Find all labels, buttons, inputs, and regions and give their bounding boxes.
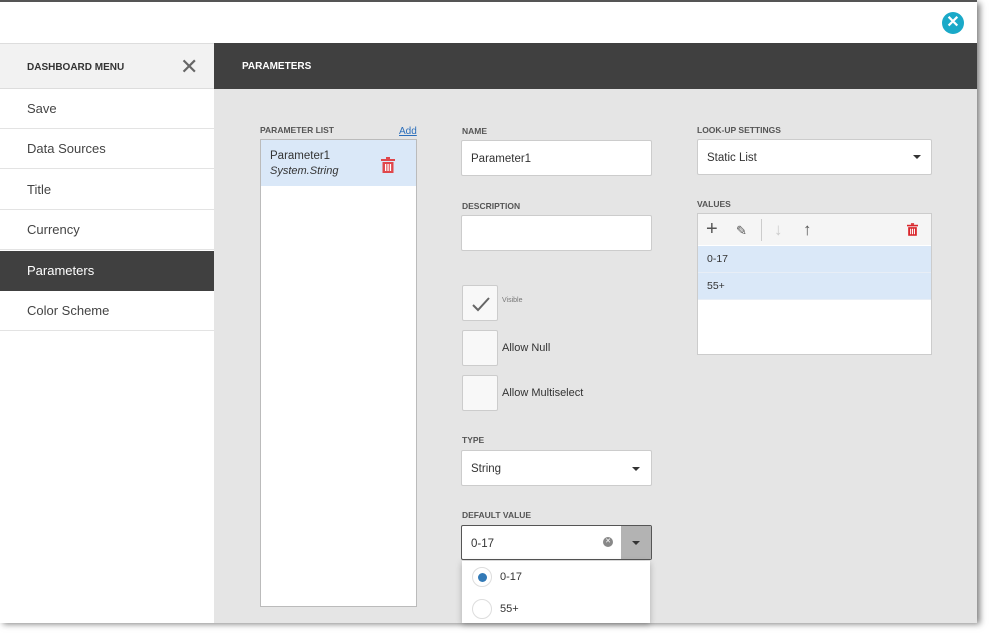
parameter-name: Parameter1 xyxy=(270,150,331,162)
allow-null-checkbox[interactable] xyxy=(462,330,498,366)
values-label: VALUES xyxy=(697,199,731,209)
caret-down-icon xyxy=(913,155,921,159)
description-input[interactable] xyxy=(461,215,652,251)
lookup-select[interactable]: Static List xyxy=(697,139,932,175)
parameters-panel: PARAMETER LIST Add Parameter1 System.Str… xyxy=(214,89,977,623)
radio-selected[interactable] xyxy=(472,567,492,587)
pencil-icon[interactable]: ✎ xyxy=(736,222,747,239)
panel-header: PARAMETERS xyxy=(214,43,977,89)
type-label: TYPE xyxy=(462,435,485,445)
allow-multiselect-checkbox[interactable] xyxy=(462,375,498,411)
allow-null-label: Allow Null xyxy=(502,342,551,354)
clear-icon[interactable]: ✕ xyxy=(603,537,613,547)
arrow-up-icon[interactable]: ↑ xyxy=(803,221,812,238)
values-toolbar: + ✎ ↓ ↑ xyxy=(698,214,931,245)
close-icon[interactable]: ✕ xyxy=(180,56,198,78)
values-row[interactable]: 55+ xyxy=(698,273,931,300)
caret-down-icon xyxy=(632,541,640,545)
sidebar-item-color-scheme[interactable]: Color Scheme xyxy=(0,291,214,331)
arrow-down-icon[interactable]: ↓ xyxy=(774,221,783,238)
allow-multiselect-label: Allow Multiselect xyxy=(502,387,584,399)
dashboard-window: ✕ DASHBOARD MENU ✕ Save Data Sources Tit… xyxy=(0,0,977,623)
plus-icon[interactable]: + xyxy=(706,219,718,239)
name-input[interactable]: Parameter1 xyxy=(461,140,652,176)
trash-icon[interactable] xyxy=(381,157,395,178)
default-value-dropdown: 0-17 55+ xyxy=(462,561,650,623)
trash-icon[interactable] xyxy=(907,223,918,241)
radio-unselected[interactable] xyxy=(472,599,492,619)
sidebar: DASHBOARD MENU ✕ Save Data Sources Title… xyxy=(0,43,214,623)
name-value: Parameter1 xyxy=(471,153,532,165)
sidebar-title: DASHBOARD MENU xyxy=(27,62,125,73)
values-grid: + ✎ ↓ ↑ 0-17 55+ xyxy=(697,213,932,355)
type-select[interactable]: String xyxy=(461,450,652,486)
type-value: String xyxy=(471,463,502,475)
visible-checkbox[interactable] xyxy=(462,285,498,321)
visible-label: Visible xyxy=(502,297,523,304)
panel-title: PARAMETERS xyxy=(242,61,312,72)
parameter-list-item[interactable]: Parameter1 System.String xyxy=(261,140,416,186)
description-label: DESCRIPTION xyxy=(462,201,521,211)
default-value-label: DEFAULT VALUE xyxy=(462,510,532,520)
dropdown-option[interactable]: 55+ xyxy=(462,593,650,623)
add-parameter-link[interactable]: Add xyxy=(399,126,417,137)
checkmark-icon xyxy=(472,297,490,312)
sidebar-item-data-sources[interactable]: Data Sources xyxy=(0,129,214,169)
option-label: 55+ xyxy=(500,603,519,615)
parameter-list-label: PARAMETER LIST xyxy=(260,125,334,135)
values-row[interactable]: 0-17 xyxy=(698,246,931,273)
parameter-type: System.String xyxy=(270,165,339,177)
close-circle-icon[interactable]: ✕ xyxy=(942,12,964,34)
sidebar-item-currency[interactable]: Currency xyxy=(0,210,214,250)
dropdown-option[interactable]: 0-17 xyxy=(462,561,650,593)
default-value-select[interactable]: 0-17 ✕ xyxy=(461,525,652,560)
option-label: 0-17 xyxy=(500,571,523,583)
sidebar-item-save[interactable]: Save xyxy=(0,89,214,129)
parameter-list: Parameter1 System.String xyxy=(260,139,417,607)
name-label: NAME xyxy=(462,126,488,136)
sidebar-header: DASHBOARD MENU ✕ xyxy=(0,43,214,89)
sidebar-item-title[interactable]: Title xyxy=(0,170,214,210)
default-value: 0-17 xyxy=(471,538,495,550)
dropdown-button[interactable] xyxy=(621,526,651,559)
lookup-settings-label: LOOK-UP SETTINGS xyxy=(697,125,781,135)
toolbar-divider xyxy=(761,219,762,241)
sidebar-item-parameters[interactable]: Parameters xyxy=(0,251,214,291)
lookup-value: Static List xyxy=(707,152,757,164)
caret-down-icon xyxy=(632,467,640,471)
